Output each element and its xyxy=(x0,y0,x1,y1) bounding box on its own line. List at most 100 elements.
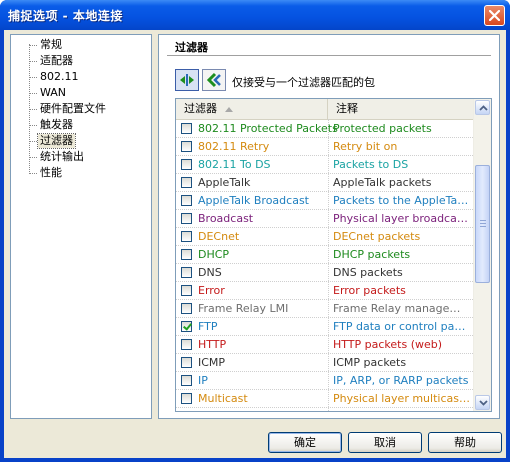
filter-row[interactable]: IP IP, ARP, or RARP packets xyxy=(176,372,473,390)
filter-note: Error packets xyxy=(333,284,406,297)
filter-row[interactable]: 802.11 Retry Retry bit on xyxy=(176,138,473,156)
title-bar[interactable]: 捕捉选项 - 本地连接 xyxy=(0,0,510,30)
scroll-thumb[interactable] xyxy=(475,165,490,283)
filter-column-label: 过滤器 xyxy=(184,102,217,115)
accept-matching-button[interactable] xyxy=(175,69,199,91)
filter-note: ICMP packets xyxy=(333,356,407,369)
filter-note: Physical layer multicast e... xyxy=(333,392,470,405)
filter-row[interactable]: 802.11 Protected Packets Protected packet… xyxy=(176,120,473,138)
sort-ascending-icon xyxy=(225,106,233,112)
filter-note: DNS packets xyxy=(333,266,403,279)
filter-checkbox[interactable] xyxy=(181,393,192,404)
ok-button[interactable]: 确定 xyxy=(268,432,342,453)
note-column-header[interactable]: 注释 xyxy=(328,99,473,119)
tree-branch-line xyxy=(29,77,37,78)
close-button[interactable] xyxy=(484,5,505,26)
grip-line xyxy=(480,226,486,227)
filter-name: AppleTalk xyxy=(198,176,251,189)
scroll-up-button[interactable] xyxy=(475,100,490,115)
filter-note: Retry bit on xyxy=(333,140,398,153)
filter-checkbox[interactable] xyxy=(181,195,192,206)
filter-name: 802.11 Retry xyxy=(198,140,270,153)
filter-checkbox[interactable] xyxy=(181,285,192,296)
reject-matching-button[interactable] xyxy=(202,69,226,91)
filter-checkbox[interactable] xyxy=(181,177,192,188)
filter-row[interactable]: Multicast Physical layer multicast e... xyxy=(176,390,473,408)
filter-checkbox[interactable] xyxy=(181,249,192,260)
filter-rows: 802.11 Protected Packets Protected packet… xyxy=(176,120,473,408)
tree-item[interactable]: WAN xyxy=(38,86,68,100)
filter-row[interactable]: Broadcast Physical layer broadcasts xyxy=(176,210,473,228)
filter-row[interactable]: Frame Relay LMI Frame Relay management in… xyxy=(176,300,473,318)
filter-row[interactable]: 802.11 To DS Packets to DS xyxy=(176,156,473,174)
filter-name: DECnet xyxy=(198,230,240,243)
filter-checkbox[interactable] xyxy=(181,213,192,224)
filter-row[interactable]: DECnet DECnet packets xyxy=(176,228,473,246)
filter-note: IP, ARP, or RARP packets xyxy=(333,374,469,387)
help-button[interactable]: 帮助 xyxy=(428,432,502,453)
tree-branch-line xyxy=(29,93,37,94)
filter-checkbox[interactable] xyxy=(181,231,192,242)
cancel-button[interactable]: 取消 xyxy=(348,432,422,453)
filter-row[interactable]: AppleTalk Broadcast Packets to the AppleT… xyxy=(176,192,473,210)
filter-checkbox[interactable] xyxy=(181,123,192,134)
filter-name: 802.11 To DS xyxy=(198,158,271,171)
filter-list: 过滤器 注释 802.11 Protected Packets Protected… xyxy=(175,98,492,412)
filter-checkbox[interactable] xyxy=(181,267,192,278)
filter-name: DHCP xyxy=(198,248,230,261)
filter-row[interactable]: DNS DNS packets xyxy=(176,264,473,282)
filter-checkbox[interactable] xyxy=(181,159,192,170)
tree-branch-line xyxy=(29,125,37,126)
filter-note: FTP data or control packets xyxy=(333,320,470,333)
scroll-down-button[interactable] xyxy=(475,395,490,410)
tree-item[interactable]: 802.11 xyxy=(38,70,81,84)
grip-line xyxy=(480,223,486,224)
filter-checkbox[interactable] xyxy=(181,321,192,332)
filter-row[interactable]: AppleTalk AppleTalk packets xyxy=(176,174,473,192)
window-title: 捕捉选项 - 本地连接 xyxy=(8,9,123,23)
filter-checkbox[interactable] xyxy=(181,141,192,152)
dialog-client-area: 常规 适配器 802.11 WAN 硬件配置文件 触发器 过滤器 统计输出 性能 过滤器 仅接受… xyxy=(4,30,506,458)
tree-item[interactable]: 性能 xyxy=(38,166,64,180)
capture-options-window: 捕捉选项 - 本地连接 常规 适配器 802.11 WAN 硬件配置文件 触发器 过滤器 统计… xyxy=(0,0,510,462)
filter-row[interactable]: FTP FTP data or control packets xyxy=(176,318,473,336)
filter-name: AppleTalk Broadcast xyxy=(198,194,309,207)
filter-name: DNS xyxy=(198,266,222,279)
accept-filter-icon xyxy=(180,74,194,86)
filter-column-header[interactable]: 过滤器 xyxy=(176,99,328,119)
filter-name: Frame Relay LMI xyxy=(198,302,289,315)
filter-row[interactable]: HTTP HTTP packets (web) xyxy=(176,336,473,354)
filter-note: DHCP packets xyxy=(333,248,411,261)
tree-branch-line xyxy=(29,141,37,142)
note-column-label: 注释 xyxy=(336,102,358,115)
tree-item[interactable]: 硬件配置文件 xyxy=(38,102,108,116)
filter-row[interactable]: Error Error packets xyxy=(176,282,473,300)
tree-branch-line xyxy=(29,109,37,110)
filter-checkbox[interactable] xyxy=(181,375,192,386)
filter-checkbox[interactable] xyxy=(181,303,192,314)
filter-note: Packets to DS xyxy=(333,158,409,171)
filter-note: Protected packets xyxy=(333,122,432,135)
filter-name: FTP xyxy=(198,320,218,333)
tree-item[interactable]: 常规 xyxy=(38,38,64,52)
filters-panel: 过滤器 仅接受与一个过滤器匹配的包 过滤器 注释 802.11 Protecte… xyxy=(158,34,500,419)
tree-item[interactable]: 过滤器 xyxy=(37,133,76,149)
filter-note: HTTP packets (web) xyxy=(333,338,443,351)
chevron-up-icon xyxy=(479,105,488,111)
section-divider xyxy=(167,55,491,57)
tree-branch-line xyxy=(29,157,37,158)
close-icon xyxy=(489,10,500,21)
tree-item[interactable]: 触发器 xyxy=(38,118,75,132)
filter-name: Error xyxy=(198,284,225,297)
vertical-scrollbar[interactable] xyxy=(473,99,491,411)
filter-row[interactable]: ICMP ICMP packets xyxy=(176,354,473,372)
filter-name: Broadcast xyxy=(198,212,254,225)
tree-branch-line xyxy=(29,45,37,46)
filter-name: IP xyxy=(198,374,208,387)
tree-item[interactable]: 统计输出 xyxy=(38,150,86,164)
filter-row[interactable]: DHCP DHCP packets xyxy=(176,246,473,264)
filter-note: Frame Relay management interface packets xyxy=(333,302,470,315)
filter-checkbox[interactable] xyxy=(181,357,192,368)
tree-item[interactable]: 适配器 xyxy=(38,54,75,68)
filter-checkbox[interactable] xyxy=(181,339,192,350)
